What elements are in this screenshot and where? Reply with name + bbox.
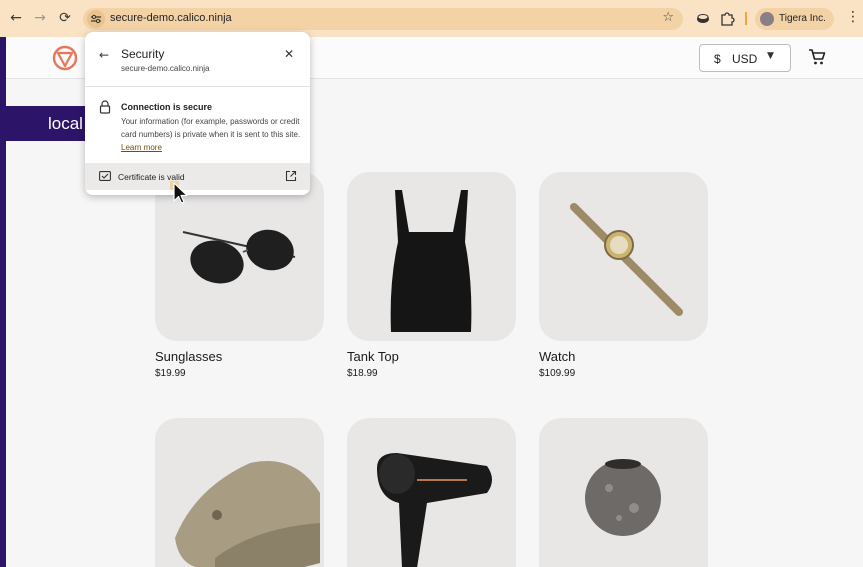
address-bar[interactable]: secure-demo.calico.ninja ☆ — [83, 8, 683, 30]
mouse-cursor-icon — [170, 181, 188, 204]
reload-icon[interactable]: ⟳ — [56, 9, 74, 27]
popup-domain: secure-demo.calico.ninja — [121, 64, 210, 73]
forward-arrow-icon[interactable]: → — [31, 9, 49, 27]
product-card[interactable]: Tank Top $18.99 — [347, 172, 516, 379]
currency-select[interactable]: $ USD ▼ — [699, 44, 791, 72]
product-card[interactable] — [347, 418, 516, 567]
security-popup: ← Security secure-demo.calico.ninja ✕ Co… — [85, 32, 310, 195]
connection-title: Connection is secure — [121, 102, 213, 112]
close-icon[interactable]: ✕ — [284, 47, 294, 61]
certificate-row[interactable]: Certificate is valid — [85, 163, 310, 190]
lock-icon — [99, 100, 111, 114]
certificate-icon — [99, 171, 111, 181]
star-icon[interactable]: ☆ — [662, 10, 674, 25]
banner-text: local — [48, 114, 83, 133]
kebab-menu-icon[interactable]: ⋮ — [846, 9, 860, 25]
product-name[interactable]: Sunglasses — [155, 349, 324, 364]
learn-more-link[interactable]: Learn more — [121, 143, 162, 152]
divider — [85, 86, 310, 87]
back-arrow-icon[interactable]: ← — [7, 9, 25, 27]
profile-name: Tigera Inc. — [779, 13, 826, 24]
caret-down-icon: ▼ — [767, 51, 774, 61]
hero-banner: local — [6, 106, 86, 141]
product-image[interactable] — [155, 418, 324, 567]
product-card[interactable] — [539, 418, 708, 567]
site-info-icon[interactable] — [87, 10, 105, 28]
brand-logo-icon[interactable] — [52, 45, 78, 71]
browser-window: ← → ⟳ secure-demo.calico.ninja ☆ Tigera … — [0, 0, 863, 567]
currency-symbol: $ — [714, 52, 721, 66]
connection-desc-text: Your information (for example, passwords… — [121, 117, 301, 139]
product-price: $18.99 — [347, 368, 378, 379]
cart-icon[interactable] — [808, 48, 826, 66]
extension-icon[interactable] — [695, 10, 711, 26]
product-image[interactable] — [539, 418, 708, 567]
avatar — [760, 12, 774, 26]
product-card[interactable]: Watch $109.99 — [539, 172, 708, 379]
back-arrow-icon[interactable]: ← — [99, 48, 109, 62]
connection-description: Your information (for example, passwords… — [121, 115, 301, 154]
product-name[interactable]: Tank Top — [347, 349, 516, 364]
popup-title: Security — [121, 47, 165, 61]
product-card[interactable] — [155, 418, 324, 567]
external-link-icon[interactable] — [285, 170, 297, 182]
puzzle-icon[interactable] — [719, 10, 735, 26]
toolbar-divider — [745, 12, 747, 25]
product-price: $109.99 — [539, 368, 576, 379]
product-image[interactable] — [347, 172, 516, 341]
currency-code: USD — [732, 52, 758, 66]
product-image[interactable] — [539, 172, 708, 341]
product-name[interactable]: Watch — [539, 349, 708, 364]
product-image[interactable] — [347, 418, 516, 567]
product-price: $19.99 — [155, 368, 186, 379]
url-text[interactable]: secure-demo.calico.ninja — [110, 12, 232, 24]
profile-button[interactable]: Tigera Inc. — [755, 8, 834, 30]
